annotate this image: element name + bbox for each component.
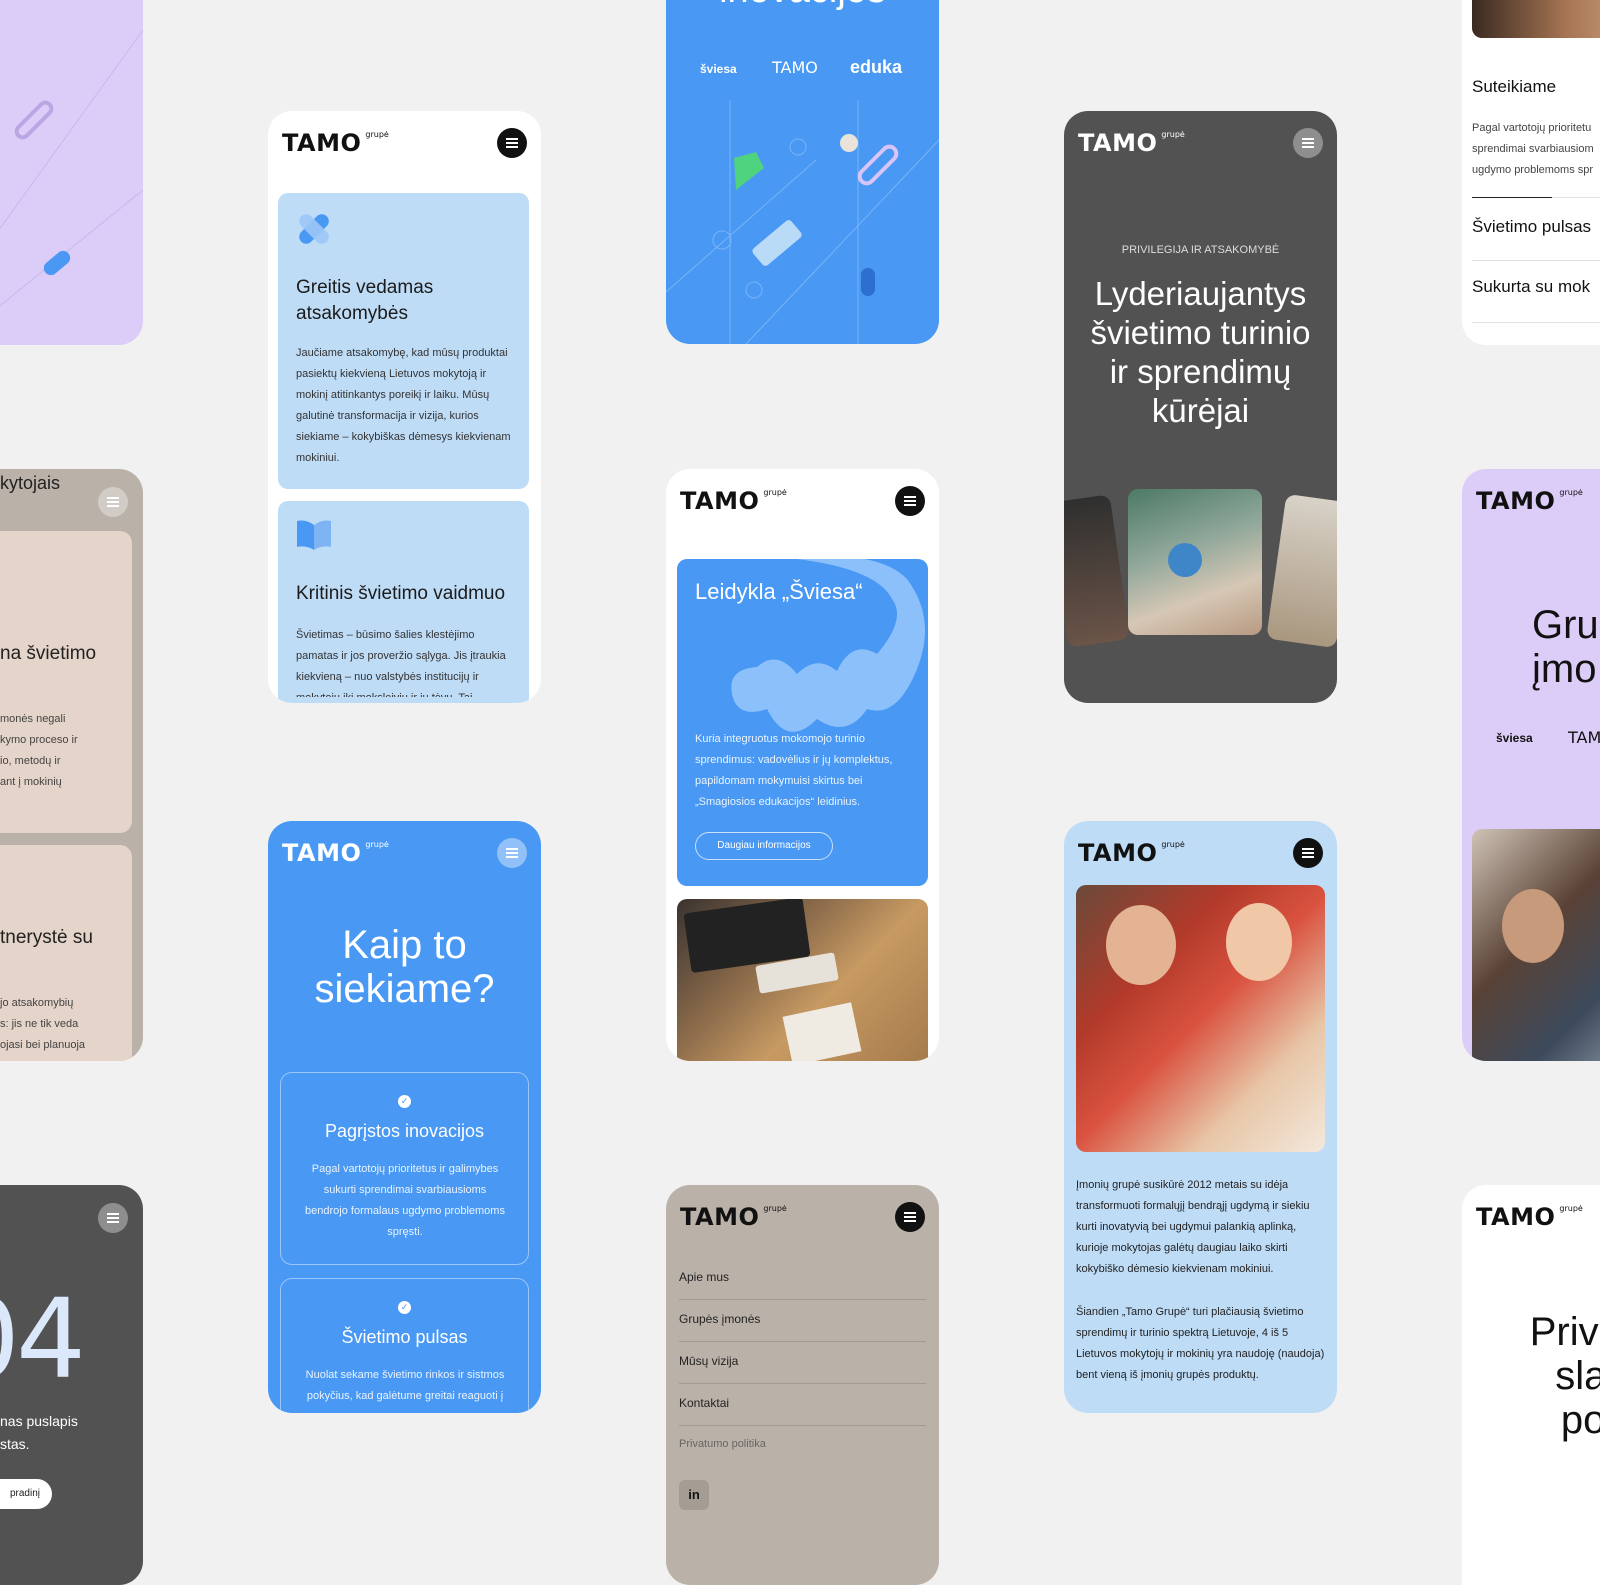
menu-button[interactable] [1293,838,1323,868]
about-text-1: Įmonių grupė susikūrė 2012 metais su idė… [1076,1179,1310,1275]
photo-student [1472,829,1600,1061]
section-heading: Privatu slap poli [1529,1310,1600,1442]
value-title: Greitis vedamas atsakomybės [296,277,434,324]
menu-button[interactable] [895,1202,925,1232]
nav-item-about[interactable]: Apie mus [679,1270,729,1284]
about-text-2: Šiandien „Tamo Grupė“ turi plačiausią šv… [1076,1306,1325,1381]
how-item-text: Nuolat sekame švietimo rinkos ir sistmos… [305,1369,505,1402]
item-text: monės negali kymo proceso ir io, metodų … [0,713,78,788]
logo-sviesa: šviesa [1496,731,1533,745]
partner-item-1: na švietimo monės negali kymo proceso ir… [0,531,132,833]
card-title: Suteikiame [1472,77,1557,96]
photo-strip [1472,0,1600,38]
section-heading: Kaip to siekiame? [314,923,495,1011]
how-item-title: Švietimo pulsas [341,1327,468,1347]
menu-button[interactable] [98,1203,128,1233]
photo-desk [677,899,928,1061]
tamo-logo[interactable]: TAMO grupė [1078,839,1185,867]
value-text: Jaučiame atsakomybę, kad mūsų produktai … [296,347,511,464]
partner-item-2: tnerystė su jo atsakomybių s: jis ne tik… [0,845,132,1061]
card-provide: Suteikiame Pagal vartotojų prioritetu sp… [1462,0,1600,345]
logo-tamo: TAM [1568,728,1600,747]
value-item-speed: Greitis vedamas atsakomybės Jaučiame ats… [278,193,529,489]
card-menu: TAMO grupė Apie mus Grupės įmonės Mūsų vi… [666,1185,939,1585]
publisher-text: Kuria integruotus mokomojo turinio spren… [695,733,893,808]
menu-button[interactable] [497,128,527,158]
more-info-button[interactable]: Daugiau informacijos [695,832,833,860]
item-text: jo atsakomybių s: jis ne tik veda ojasi … [0,997,86,1051]
menu-button[interactable] [1293,128,1323,158]
home-button[interactable]: pradinį [0,1479,52,1509]
card-lavender-decor [0,0,143,345]
card-partners: kytojais na švietimo monės negali kymo p… [0,469,143,1061]
section-heading: Lyderiaujantys švietimo turinio ir spren… [1090,275,1311,429]
tamo-logo[interactable]: TAMO grupė [282,129,389,157]
card-privacy: TAMOgrupė Privatu slap poli [1462,1185,1600,1585]
nav-item-contacts[interactable]: Kontaktai [679,1396,729,1410]
error-number: 04 [0,1275,86,1403]
accordion-item-pulse[interactable]: Švietimo pulsas [1472,217,1591,237]
card-title: kytojais [0,473,61,493]
item-title: tnerystė su [0,927,93,948]
card-group: TAMO grupė Gru įmo šviesa TAM [1462,469,1600,1061]
photo-classroom [1128,489,1262,635]
photo-students [1076,885,1325,1152]
nav-item-companies[interactable]: Grupės įmonės [679,1312,760,1326]
value-text: Švietimas – būsimo šalies klestėjimo pam… [296,629,506,697]
check-icon: ✓ [398,1095,411,1108]
value-title: Kritinis švietimo vaidmuo [296,583,506,604]
card-how: TAMO grupė Kaip to siekiame? ✓ Pagrįstos … [268,821,541,1413]
menu-button[interactable] [895,486,925,516]
tamo-logo[interactable]: TAMO grupė [680,1203,787,1231]
tamo-logo[interactable]: TAMO grupė [680,487,787,515]
accordion-item-created[interactable]: Sukurta su mok [1472,277,1590,297]
bandage-icon [299,214,329,244]
card-leaders: TAMO grupė PRIVILEGIJA IR ATSAKOMYBĖ Lyde… [1064,111,1337,703]
card-about: TAMO grupė Įmonių grupė susikūrė 2012 met… [1064,821,1337,1413]
menu-button[interactable] [497,838,527,868]
nav-item-vision[interactable]: Mūsų vizija [679,1354,738,1368]
logo-eduka: eduka [850,57,903,77]
tamo-logo[interactable]: TAMO grupė [1476,1203,1583,1231]
check-icon: ✓ [398,1301,411,1314]
card-text: Pagal vartotojų prioritetu sprendimai sv… [1472,122,1594,176]
how-item-title: Pagrįstos inovacijos [324,1121,485,1141]
how-item-innovation: ✓ Pagrįstos inovacijos Pagal vartotojų p… [280,1072,529,1265]
how-item-text: Pagal vartotojų prioritetus ir galimybes… [305,1163,505,1238]
privacy-link[interactable]: Privatumo politika [679,1438,766,1450]
tamo-logo[interactable]: TAMO grupė [1078,129,1185,157]
card-sviesa: TAMO grupė Leidykla „Šviesa“ Kuria integr… [666,469,939,1061]
decor-shapes [666,100,939,344]
tamo-logo[interactable]: TAMO grupė [282,839,389,867]
book-icon [297,520,331,550]
sviesa-panel: Leidykla „Šviesa“ Kuria integruotus moko… [677,559,928,886]
logo-tamo: TAMO [772,58,818,77]
error-text: nas puslapis stas. [0,1413,78,1452]
card-values: TAMO grupė Greitis vedamas atsakomybės Ja… [268,111,541,703]
publisher-title: Leidykla „Šviesa“ [695,579,863,604]
section-heading: Gru įmo [1532,603,1599,691]
card-innovations: inovacijos šviesa TAMO eduka [666,0,939,344]
item-title: na švietimo [0,643,97,664]
photo-right [1266,493,1337,649]
decor-shapes [0,29,143,307]
card-404: 04 nas puslapis stas. pradinį [0,1185,143,1585]
section-kicker: PRIVILEGIJA IR ATSAKOMYBĖ [1121,244,1280,256]
how-item-pulse: ✓ Švietimo pulsas Nuolat sekame švietimo… [280,1278,529,1413]
linkedin-icon[interactable]: in [679,1480,709,1510]
section-heading: inovacijos [666,0,939,10]
tamo-logo[interactable]: TAMO grupė [1476,487,1583,515]
logo-sviesa: šviesa [700,62,737,76]
menu-button[interactable] [98,487,128,517]
photo-left [1064,494,1130,648]
value-item-critical: Kritinis švietimo vaidmuo Švietimas – bū… [278,501,529,703]
